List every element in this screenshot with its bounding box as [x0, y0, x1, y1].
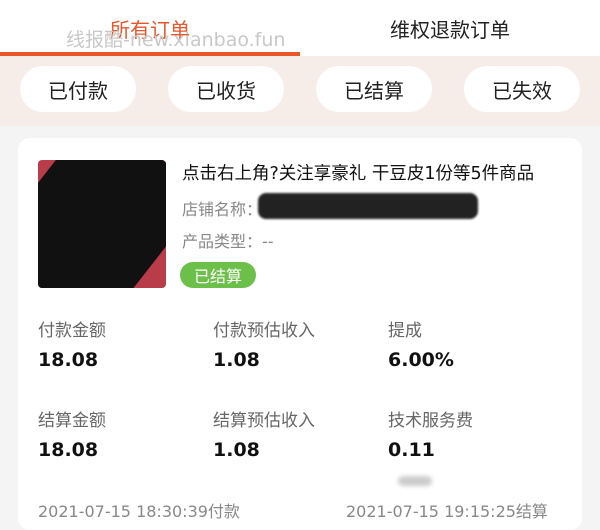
- stat-label: 结算金额: [38, 411, 106, 431]
- stat-label: 提成: [388, 321, 422, 341]
- tab-all-orders[interactable]: 所有订单: [0, 0, 300, 56]
- shop-name-label: 店铺名称：: [182, 200, 263, 219]
- product-type-row: 产品类型：--: [182, 228, 274, 252]
- product-type-value: --: [262, 232, 274, 251]
- filter-received-button[interactable]: 已收货: [168, 66, 284, 112]
- filter-paid-button[interactable]: 已付款: [20, 66, 136, 112]
- censor-scribble: [38, 160, 166, 288]
- stat-value: 1.08: [213, 349, 260, 371]
- stat-value: 6.00%: [388, 349, 454, 371]
- shop-name-redacted: [258, 193, 478, 219]
- order-card[interactable]: 点击右上角?关注享豪礼 干豆皮1份等5件商品 店铺名称： 产品类型：-- 已结算…: [18, 138, 582, 530]
- stat-value: 18.08: [38, 439, 99, 461]
- order-tabs: 所有订单 维权退款订单 线报酷-new.xianbao.fun: [0, 0, 600, 56]
- tab-refund-orders[interactable]: 维权退款订单: [300, 0, 600, 56]
- product-image: [38, 160, 166, 288]
- order-title: 点击右上角?关注享豪礼 干豆皮1份等5件商品: [182, 164, 535, 184]
- smudge-mark: [398, 476, 432, 486]
- settle-time: 2021-07-15 19:15:25结算: [346, 502, 548, 521]
- stat-pay-amount: 付款金额 18.08: [38, 316, 208, 371]
- tab-refund-orders-label: 维权退款订单: [390, 17, 510, 42]
- filter-invalid-button[interactable]: 已失效: [464, 66, 580, 112]
- status-filter-row: 已付款 已收货 已结算 已失效: [0, 56, 600, 126]
- pay-time: 2021-07-15 18:30:39付款: [38, 502, 240, 521]
- product-type-label: 产品类型：: [182, 232, 263, 251]
- filter-settled-button[interactable]: 已结算: [316, 66, 432, 112]
- stat-service-fee: 技术服务费 0.11: [388, 406, 558, 461]
- stat-pay-estimate: 付款预估收入 1.08: [213, 316, 383, 371]
- stat-label: 结算预估收入: [213, 411, 315, 431]
- stat-label: 付款金额: [38, 321, 106, 341]
- stat-value: 1.08: [213, 439, 260, 461]
- tab-all-orders-label: 所有订单: [110, 17, 190, 42]
- stat-label: 技术服务费: [388, 411, 473, 431]
- stat-settle-estimate: 结算预估收入 1.08: [213, 406, 383, 461]
- stat-commission: 提成 6.00%: [388, 316, 558, 371]
- stat-settle-amount: 结算金额 18.08: [38, 406, 208, 461]
- stat-value: 0.11: [388, 439, 435, 461]
- stat-label: 付款预估收入: [213, 321, 315, 341]
- stat-value: 18.08: [38, 349, 99, 371]
- status-badge: 已结算: [180, 262, 256, 288]
